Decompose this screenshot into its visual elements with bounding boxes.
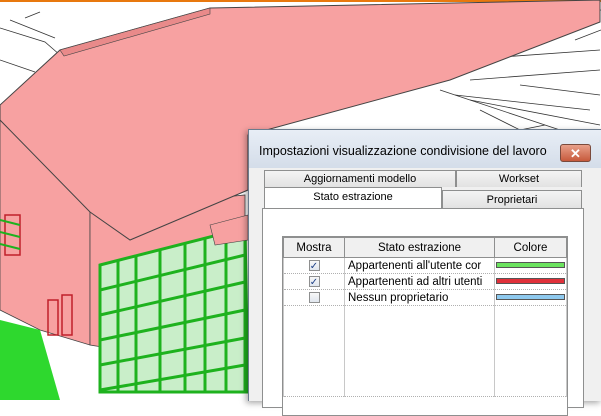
table-row [283,305,567,397]
dialog-title: Impostazioni visualizzazione condivision… [259,144,547,158]
color-swatch[interactable] [496,294,565,300]
tab-stato-estrazione[interactable]: Stato estrazione [264,187,442,208]
worksharing-display-dialog: Impostazioni visualizzazione condivision… [248,129,601,416]
tab-proprietari[interactable]: Proprietari [442,190,582,208]
tab-label: Stato estrazione [313,191,393,203]
column-header-mostra[interactable]: Mostra [283,237,345,258]
dialog-titlebar[interactable]: Impostazioni visualizzazione condivision… [249,130,601,168]
tab-label: Proprietari [486,194,538,206]
table-row: ✓ Appartenenti all'utente cor [283,257,567,274]
status-grid: Mostra Stato estrazione Colore ✓ Apparte… [282,236,568,416]
close-button[interactable]: ✕ [560,144,591,162]
status-label: Appartenenti ad altri utenti [344,273,495,290]
tab-strip: Aggiornamenti modello Workset Stato estr… [262,170,584,210]
show-checkbox[interactable]: ✓ [308,275,320,288]
show-checkbox[interactable] [308,291,320,303]
status-label: Appartenenti all'utente cor [344,257,495,274]
status-table: Mostra Stato estrazione Colore ✓ Apparte… [283,237,567,397]
color-cell[interactable] [494,273,567,290]
show-checkbox[interactable]: ✓ [308,259,320,272]
color-cell[interactable] [494,257,567,274]
tab-workset[interactable]: Workset [456,170,582,187]
tab-panel: Mostra Stato estrazione Colore ✓ Apparte… [262,208,584,416]
color-swatch[interactable] [496,262,565,268]
color-swatch[interactable] [496,278,565,284]
tab-label: Aggiornamenti modello [303,173,417,185]
color-cell[interactable] [494,289,567,306]
table-row: Nessun proprietario [283,289,567,306]
column-header-colore[interactable]: Colore [494,237,567,258]
tab-label: Workset [498,173,540,185]
status-label: Nessun proprietario [344,289,495,306]
tab-aggiornamenti-modello[interactable]: Aggiornamenti modello [264,170,456,187]
table-row: ✓ Appartenenti ad altri utenti [283,273,567,290]
close-icon: ✕ [570,145,581,161]
column-header-stato-estrazione[interactable]: Stato estrazione [344,237,495,258]
